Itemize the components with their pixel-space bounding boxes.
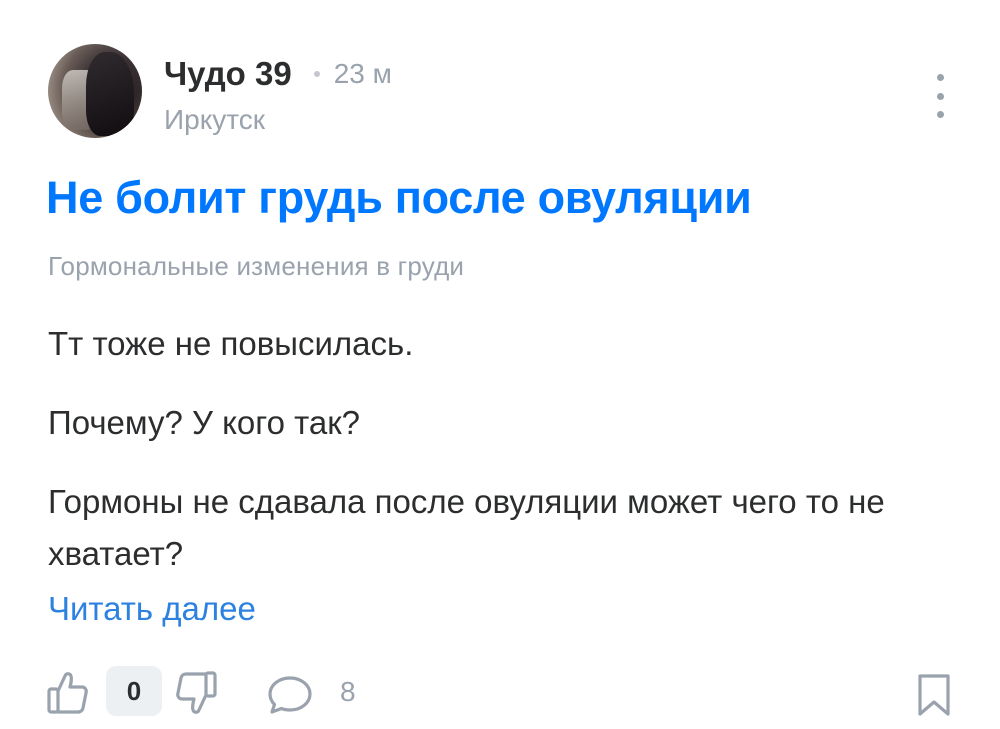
- read-more-link[interactable]: Читать далее: [48, 590, 256, 628]
- separator-dot: [313, 71, 320, 77]
- rating-badge: 0: [106, 666, 162, 716]
- author-location: Иркутск: [164, 104, 266, 135]
- post-body: Тт тоже не повысилась. Почему? У кого та…: [48, 318, 948, 607]
- comment-bubble-icon[interactable]: [266, 674, 314, 721]
- post-topic[interactable]: Гормональные изменения в груди: [48, 251, 464, 282]
- thumbs-up-icon[interactable]: [46, 670, 90, 721]
- thumbs-down-icon[interactable]: [174, 670, 218, 721]
- post-paragraph: Тт тоже не повысилась.: [48, 325, 414, 362]
- more-vertical-icon[interactable]: [928, 74, 952, 118]
- bookmark-icon[interactable]: [916, 672, 952, 723]
- post-paragraph: Почему? У кого так?: [48, 404, 360, 441]
- post-title[interactable]: Не болит грудь после овуляции: [46, 172, 752, 224]
- comment-count: 8: [340, 676, 356, 707]
- post-actions: 0 8: [46, 666, 952, 722]
- post-time: 23 м: [333, 58, 392, 89]
- post-header: Чудо 39 23 м Иркутск: [48, 44, 952, 140]
- author-name[interactable]: Чудо 39: [164, 55, 292, 93]
- post-card: Чудо 39 23 м Иркутск Не болит грудь посл…: [0, 0, 1000, 729]
- post-paragraph: Гормоны не сдавала после овуляции может …: [48, 483, 885, 572]
- author-row: Чудо 39 23 м: [164, 54, 392, 94]
- avatar[interactable]: [48, 44, 142, 138]
